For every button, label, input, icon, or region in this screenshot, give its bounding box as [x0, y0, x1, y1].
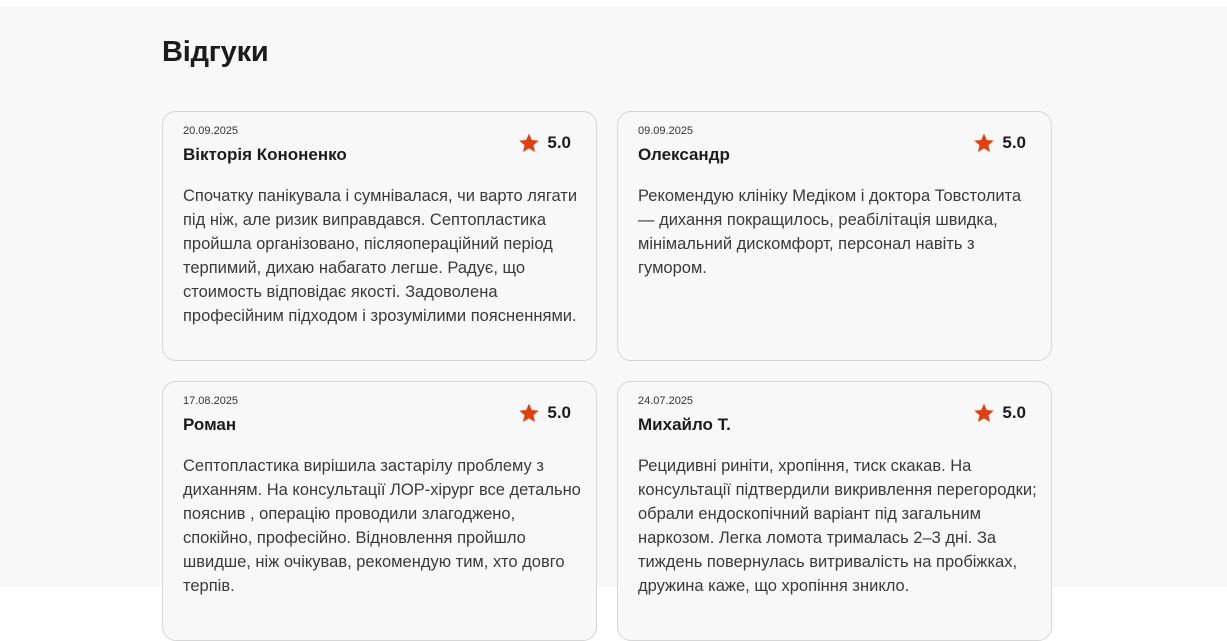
star-icon — [974, 133, 995, 152]
star-icon — [974, 403, 995, 422]
reviews-section: Відгуки 20.09.2025 Вікторія Кононенко 5.… — [0, 6, 1227, 641]
rating-value: 5.0 — [1002, 133, 1026, 152]
review-date: 17.08.2025 — [183, 395, 239, 407]
review-text: Септопластика вирішила застарілу проблем… — [183, 457, 581, 595]
review-author: Вікторія Кононенко — [183, 145, 347, 164]
review-text: Рецидивні риніти, хропіння, тиск скакав.… — [638, 457, 1037, 595]
rating-value: 5.0 — [1002, 403, 1026, 422]
review-author: Олександр — [638, 145, 730, 164]
review-rating: 5.0 — [518, 402, 571, 424]
reviews-grid: 20.09.2025 Вікторія Кононенко 5.0 Спочат… — [162, 111, 1052, 641]
review-rating: 5.0 — [973, 402, 1026, 424]
review-card: 17.08.2025 Роман 5.0 Септопластика виріш… — [162, 381, 597, 641]
review-card: 20.09.2025 Вікторія Кононенко 5.0 Спочат… — [162, 111, 597, 361]
review-author: Роман — [183, 415, 237, 434]
review-date: 20.09.2025 — [183, 125, 239, 137]
review-text: Спочатку панікувала і сумнівалася, чи ва… — [183, 187, 578, 325]
star-icon — [519, 403, 540, 422]
review-rating: 5.0 — [973, 132, 1026, 154]
section-title: Відгуки — [162, 36, 269, 68]
star-icon — [519, 133, 540, 152]
review-date: 09.09.2025 — [638, 125, 694, 137]
review-text: Рекомендую клініку Медіком і доктора Тов… — [638, 187, 1022, 277]
review-rating: 5.0 — [518, 132, 571, 154]
rating-value: 5.0 — [547, 403, 571, 422]
review-card: 09.09.2025 Олександр 5.0 Рекомендую клін… — [617, 111, 1052, 361]
review-author: Михайло Т. — [638, 415, 731, 434]
review-card: 24.07.2025 Михайло Т. 5.0 Рецидивні рині… — [617, 381, 1052, 641]
rating-value: 5.0 — [547, 133, 571, 152]
review-date: 24.07.2025 — [638, 395, 694, 407]
